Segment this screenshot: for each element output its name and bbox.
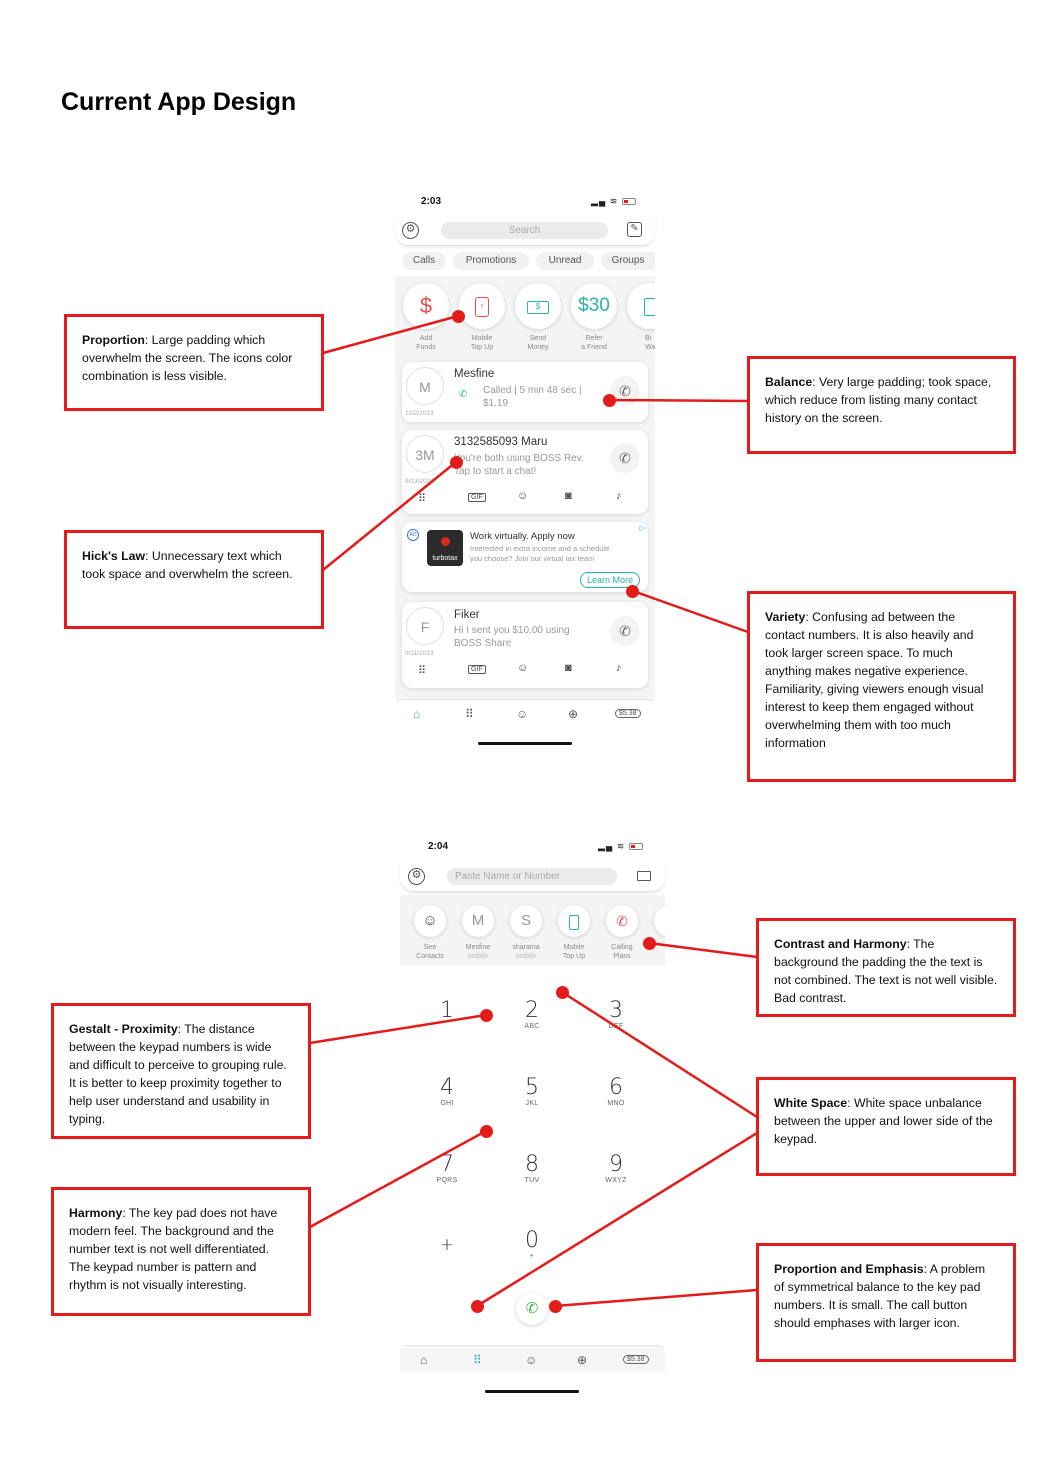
- note-proportion-emphasis: Proportion and Emphasis: A problem of sy…: [756, 1243, 1016, 1362]
- marker-dot: [450, 456, 463, 469]
- note-harmony: Harmony: The key pad does not have moder…: [51, 1187, 311, 1316]
- marker-dot: [643, 937, 656, 950]
- note-variety: Variety: Confusing ad between the contac…: [747, 591, 1016, 782]
- marker-dot: [480, 1009, 493, 1022]
- marker-dot: [626, 585, 639, 598]
- note-white-space: White Space: White space unbalance betwe…: [756, 1077, 1016, 1176]
- marker-dot: [480, 1125, 493, 1138]
- note-proportion: Proportion: Large padding which overwhel…: [64, 314, 324, 411]
- marker-dot: [549, 1300, 562, 1313]
- marker-dot: [556, 986, 569, 999]
- note-balance: Balance: Very large padding; took space,…: [747, 356, 1016, 454]
- note-hicks-law: Hick's Law: Unnecessary text which took …: [64, 530, 324, 629]
- marker-dot: [452, 310, 465, 323]
- note-contrast-harmony: Contrast and Harmony: The background the…: [756, 918, 1016, 1017]
- marker-dot: [471, 1300, 484, 1313]
- marker-dot: [603, 394, 616, 407]
- note-gestalt-proximity: Gestalt - Proximity: The distance betwee…: [51, 1003, 311, 1139]
